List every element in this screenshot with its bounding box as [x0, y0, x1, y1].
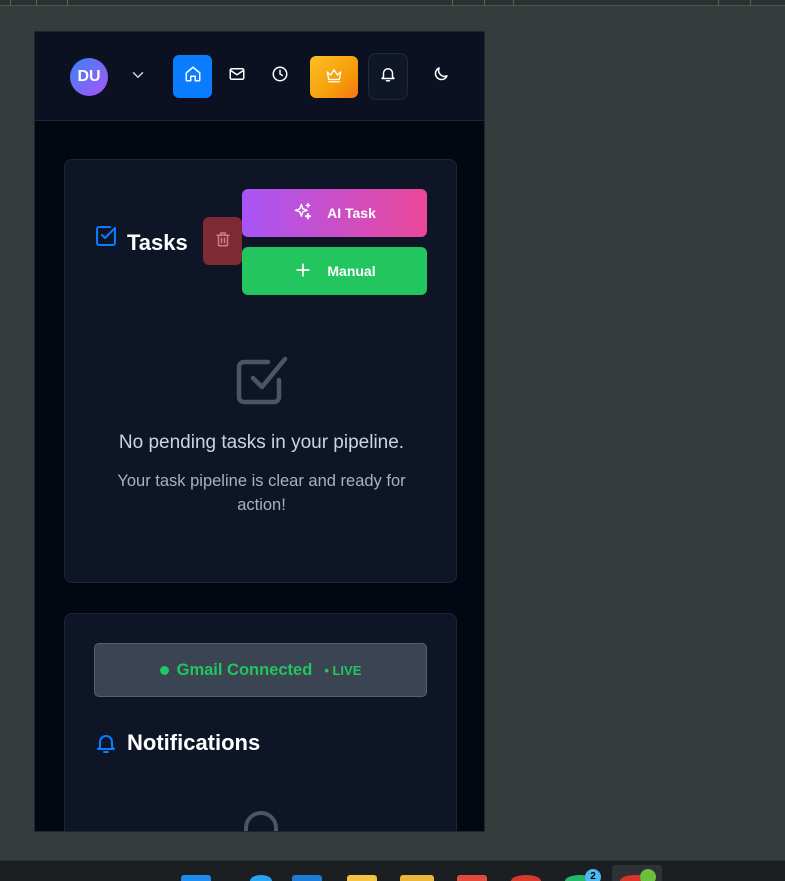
app-icon[interactable] — [457, 875, 487, 881]
ai-task-label: AI Task — [327, 205, 376, 221]
home-icon — [184, 65, 202, 88]
notifications-heading: Notifications — [127, 730, 261, 755]
strip-tick — [718, 0, 719, 6]
start-icon[interactable] — [181, 875, 211, 881]
nav-home-button[interactable] — [173, 55, 212, 98]
account-menu-button[interactable] — [127, 65, 149, 89]
bell-icon — [379, 65, 397, 88]
nav-history-button[interactable] — [260, 55, 299, 98]
gmail-status-text: Gmail Connected — [176, 660, 313, 679]
top-navbar: DU — [35, 32, 484, 121]
notification-badge: 2 — [585, 869, 601, 881]
plus-icon — [293, 260, 313, 283]
strip-tick — [452, 0, 453, 6]
empty-bell-icon — [241, 808, 281, 831]
strip-tick — [750, 0, 751, 6]
theme-toggle-button[interactable] — [420, 55, 462, 98]
strip-tick — [36, 0, 37, 6]
status-badge — [640, 869, 656, 881]
strip-tick — [10, 0, 11, 6]
tasks-card: Tasks AI Task Manual No pending tasks in… — [64, 159, 457, 583]
tasks-heading: Tasks — [127, 230, 188, 255]
strip-tick — [484, 0, 485, 6]
empty-state-title: No pending tasks in your pipeline. — [118, 432, 405, 453]
premium-button[interactable] — [310, 56, 358, 98]
store-icon[interactable] — [292, 875, 322, 881]
live-indicator: • LIVE — [324, 662, 362, 678]
notifications-button[interactable] — [368, 53, 408, 100]
folder-icon[interactable] — [400, 875, 434, 881]
app-icon[interactable] — [511, 875, 541, 881]
status-dot — [159, 665, 169, 675]
manual-task-label: Manual — [327, 263, 376, 279]
checkbox-icon — [94, 224, 118, 248]
sparkles-icon — [293, 202, 313, 225]
notifications-card: Gmail Connected • LIVE Notifications — [64, 613, 457, 831]
manual-task-button[interactable]: Manual — [242, 247, 427, 295]
browser-icon[interactable] — [250, 875, 272, 881]
clock-icon — [271, 65, 289, 88]
notes-icon[interactable] — [347, 875, 377, 881]
gmail-status-badge: Gmail Connected • LIVE — [94, 643, 427, 697]
strip-tick — [67, 0, 68, 6]
nav-mail-button[interactable] — [217, 55, 256, 98]
crown-icon — [325, 66, 343, 89]
ai-task-button[interactable]: AI Task — [242, 189, 427, 237]
app-window: DU Tasks AI Task Manual No pending tasks… — [34, 31, 485, 832]
os-taskbar: 2 — [0, 860, 785, 881]
trash-icon — [214, 230, 232, 253]
bell-icon — [94, 731, 118, 755]
delete-tasks-button[interactable] — [203, 217, 242, 265]
chevron-down-icon — [129, 66, 147, 89]
mail-icon — [228, 65, 246, 88]
empty-state-subtitle: Your task pipeline is clear and ready fo… — [117, 472, 406, 514]
host-window-top-strip — [0, 0, 785, 6]
moon-icon — [432, 65, 450, 88]
empty-checkbox-icon — [235, 354, 289, 408]
strip-tick — [513, 0, 514, 6]
avatar[interactable]: DU — [70, 58, 108, 96]
